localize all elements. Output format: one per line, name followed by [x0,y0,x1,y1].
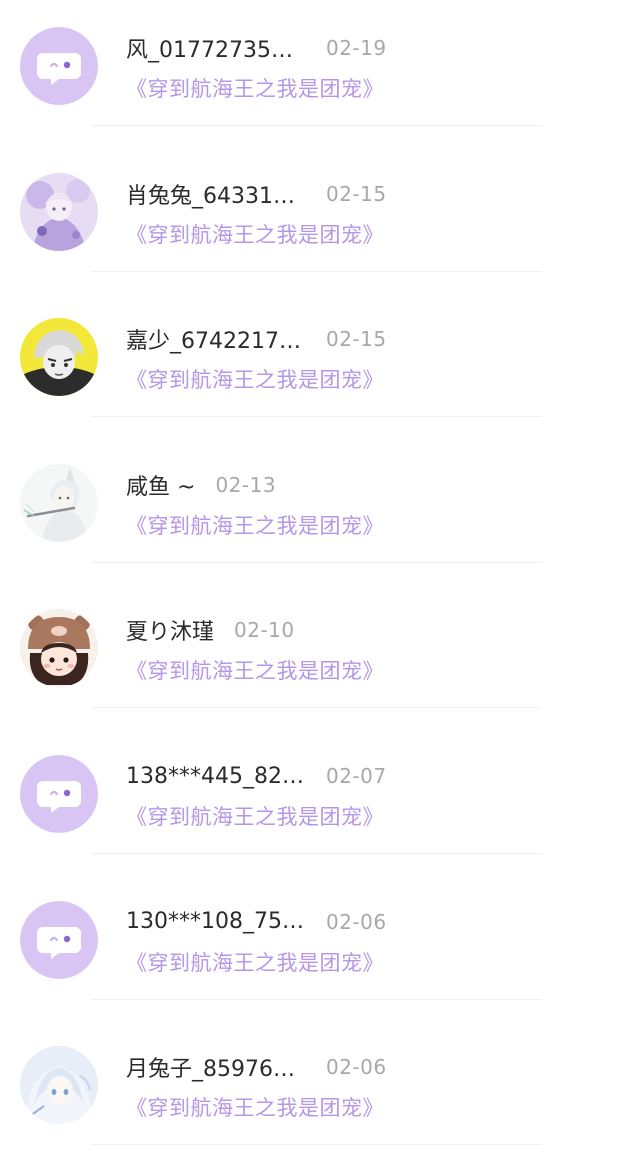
divider [92,125,542,126]
username[interactable]: 138***445_82… [126,764,306,789]
anime-flute-player-avatar-icon [20,463,98,542]
default-chat-icon [20,755,98,833]
avatar[interactable] [20,463,98,542]
list-item[interactable]: 月兔子_85976… 02-06 《穿到航海王之我是团宠》 [0,1019,640,1165]
list-item[interactable]: 嘉少_6742217… 02-15 《穿到航海王之我是团宠》 [0,291,640,437]
divider [92,1144,542,1146]
username[interactable]: 130***108_75… [126,909,306,934]
book-title-link[interactable]: 《穿到航海王之我是团宠》 [126,655,384,685]
list-item[interactable]: 138***445_82… 02-07 《穿到航海王之我是团宠》 [0,728,640,874]
username[interactable]: 夏り沐瑾 [126,614,214,646]
avatar[interactable] [20,172,98,251]
list-item[interactable]: 咸鱼 ~ 02-13 《穿到航海王之我是团宠》 [0,437,640,583]
book-title-link[interactable]: 《穿到航海王之我是团宠》 [126,947,384,977]
anime-boy-yellow-avatar-icon [20,318,98,397]
book-title-link[interactable]: 《穿到航海王之我是团宠》 [126,364,384,394]
comment-date: 02-10 [234,618,295,643]
avatar[interactable] [20,1046,98,1125]
book-title-link[interactable]: 《穿到航海王之我是团宠》 [126,73,384,103]
username[interactable]: 风_01772735… [126,32,306,64]
username[interactable]: 咸鱼 ~ [126,469,195,501]
username[interactable]: 肖兔兔_64331… [126,178,306,210]
divider [92,707,542,709]
comment-date: 02-19 [326,36,387,60]
list-item[interactable]: 肖兔兔_64331… 02-15 《穿到航海王之我是团宠》 [0,146,640,292]
book-title-link[interactable]: 《穿到航海王之我是团宠》 [126,801,384,831]
book-title-link[interactable]: 《穿到航海王之我是团宠》 [126,1092,384,1122]
username[interactable]: 嘉少_6742217… [126,323,306,355]
cartoon-girl-bear-hat-avatar-icon [20,609,98,688]
divider [92,270,542,272]
default-chat-icon [20,900,98,979]
divider [92,561,542,563]
list-item[interactable]: 夏り沐瑾 02-10 《穿到航海王之我是团宠》 [0,582,640,728]
default-chat-icon [20,27,98,105]
anime-girl-purple-avatar-icon [20,172,98,251]
username[interactable]: 月兔子_85976… [126,1051,306,1083]
comment-date: 02-15 [326,327,387,352]
comment-date: 02-15 [326,181,387,206]
divider [92,853,542,854]
divider [92,998,542,1000]
divider [92,416,542,418]
list-item[interactable]: 130***108_75… 02-06 《穿到航海王之我是团宠》 [0,874,640,1020]
comment-date: 02-13 [215,472,277,497]
avatar[interactable] [20,27,98,105]
book-title-link[interactable]: 《穿到航海王之我是团宠》 [126,510,384,540]
book-title-link[interactable]: 《穿到航海王之我是团宠》 [126,219,384,249]
comment-list: 风_01772735… 02-19 《穿到航海王之我是团宠》 肖兔兔_64331… [0,0,640,1166]
anime-girl-white-hair-avatar-icon [20,1046,98,1125]
avatar[interactable] [20,609,98,688]
comment-date: 02-06 [326,909,387,934]
avatar[interactable] [20,755,98,833]
avatar[interactable] [20,900,98,979]
list-item[interactable]: 风_01772735… 02-19 《穿到航海王之我是团宠》 [0,0,640,146]
avatar[interactable] [20,318,98,397]
comment-date: 02-07 [326,764,387,788]
comment-date: 02-06 [326,1055,387,1080]
